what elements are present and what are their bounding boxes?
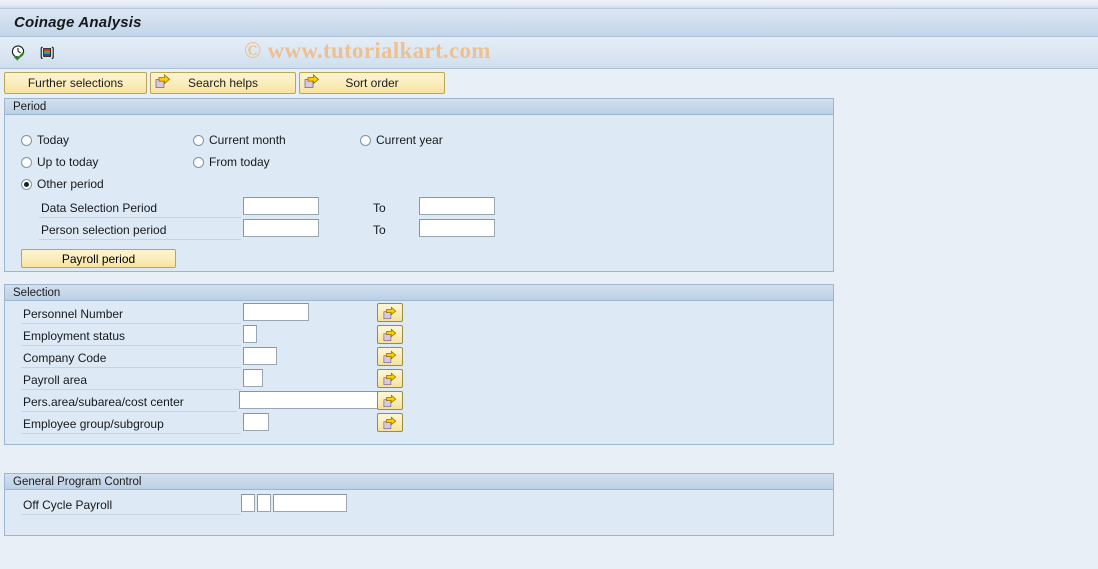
arrow-right-icon: [304, 74, 320, 93]
arrow-right-icon: [383, 328, 397, 341]
radio-current-month[interactable]: Current month: [193, 133, 286, 147]
title-bar: Coinage Analysis: [0, 9, 1098, 37]
company-code-rule: [21, 367, 241, 368]
payroll-period-button[interactable]: Payroll period: [21, 249, 176, 268]
arrow-right-icon: [383, 416, 397, 429]
person-selection-period-rule: [39, 239, 241, 240]
off-cycle-payroll-rule: [21, 514, 241, 515]
radio-current-year[interactable]: Current year: [360, 133, 443, 147]
personnel-number-multiple-selection-button[interactable]: [377, 303, 403, 322]
company-code-multiple-selection-button[interactable]: [377, 347, 403, 366]
employment-status-label: Employment status: [23, 329, 126, 343]
off-cycle-payroll-label: Off Cycle Payroll: [23, 498, 113, 512]
further-selections-button[interactable]: Further selections: [4, 72, 147, 94]
general-program-control-body: Off Cycle Payroll: [5, 490, 833, 535]
company-code-label: Company Code: [23, 351, 107, 365]
arrow-right-icon: [155, 74, 171, 93]
selection-panel-header: Selection: [5, 285, 833, 301]
off-cycle-payroll-input-1[interactable]: [241, 494, 255, 512]
window-top-strip: [0, 0, 1098, 9]
payroll-area-input[interactable]: [243, 369, 263, 387]
panel-gap-2: [0, 445, 1098, 473]
employment-status-multiple-selection-button[interactable]: [377, 325, 403, 344]
search-helps-label: Search helps: [187, 76, 259, 90]
off-cycle-payroll-input-3[interactable]: [273, 494, 347, 512]
radio-current-month-indicator[interactable]: [193, 134, 204, 146]
pers-area-subarea-cost-center-multiple-selection-button[interactable]: [377, 391, 403, 410]
variant-list-icon[interactable]: [36, 42, 58, 64]
execute-clock-check-icon[interactable]: [8, 42, 30, 64]
person-selection-period-to-input[interactable]: [419, 219, 495, 237]
action-button-row: Further selections Search helps Sort ord…: [4, 72, 1098, 94]
employee-group-subgroup-label: Employee group/subgroup: [23, 417, 164, 431]
off-cycle-payroll-input-2[interactable]: [257, 494, 271, 512]
general-program-control-panel: General Program Control Off Cycle Payrol…: [4, 473, 834, 536]
radio-up-to-today-label: Up to today: [37, 155, 99, 169]
search-helps-button[interactable]: Search helps: [150, 72, 296, 94]
radio-up-to-today[interactable]: Up to today: [21, 155, 98, 169]
personnel-number-label: Personnel Number: [23, 307, 124, 321]
pers-area-subarea-cost-center-rule: [21, 411, 237, 412]
data-selection-period-rule: [39, 217, 241, 218]
radio-up-to-today-indicator[interactable]: [21, 156, 32, 168]
person-selection-period-to-label: To: [373, 223, 386, 237]
payroll-area-multiple-selection-button[interactable]: [377, 369, 403, 388]
radio-today-indicator[interactable]: [21, 134, 32, 146]
arrow-right-icon: [383, 306, 397, 319]
radio-other-period-indicator[interactable]: [21, 178, 32, 190]
pers-area-subarea-cost-center-input[interactable]: [239, 391, 379, 409]
employee-group-subgroup-rule: [21, 433, 241, 434]
payroll-area-label: Payroll area: [23, 373, 88, 387]
radio-today[interactable]: Today: [21, 133, 69, 147]
arrow-right-icon: [383, 394, 397, 407]
toolbar: [0, 37, 1098, 69]
selection-panel: Selection Personnel Number Employment st…: [4, 284, 834, 445]
employee-group-subgroup-input[interactable]: [243, 413, 269, 431]
radio-from-today-indicator[interactable]: [193, 156, 204, 168]
radio-current-month-label: Current month: [209, 133, 286, 147]
person-selection-period-from-input[interactable]: [243, 219, 319, 237]
sort-order-label: Sort order: [345, 76, 399, 90]
radio-today-label: Today: [37, 133, 70, 147]
page-title: Coinage Analysis: [14, 14, 142, 31]
company-code-input[interactable]: [243, 347, 277, 365]
employment-status-rule: [21, 345, 241, 346]
employment-status-input[interactable]: [243, 325, 257, 343]
payroll-period-label: Payroll period: [61, 251, 136, 266]
selection-panel-body: Personnel Number Employment status Compa…: [5, 301, 833, 444]
panel-gap-1: [0, 272, 1098, 284]
arrow-right-icon: [383, 350, 397, 363]
period-panel: Period Today Current month Current year …: [4, 98, 834, 272]
radio-from-today-label: From today: [209, 155, 270, 169]
general-program-control-header: General Program Control: [5, 474, 833, 490]
arrow-right-icon: [383, 372, 397, 385]
personnel-number-input[interactable]: [243, 303, 309, 321]
sort-order-button[interactable]: Sort order: [299, 72, 445, 94]
data-selection-period-to-label: To: [373, 201, 386, 215]
personnel-number-rule: [21, 323, 241, 324]
radio-other-period[interactable]: Other period: [21, 177, 104, 191]
data-selection-period-from-input[interactable]: [243, 197, 319, 215]
further-selections-label: Further selections: [27, 76, 124, 90]
radio-other-period-label: Other period: [37, 177, 104, 191]
period-panel-header: Period: [5, 99, 833, 115]
data-selection-period-label: Data Selection Period: [41, 201, 158, 215]
data-selection-period-to-input[interactable]: [419, 197, 495, 215]
radio-current-year-label: Current year: [376, 133, 443, 147]
radio-from-today[interactable]: From today: [193, 155, 270, 169]
pers-area-subarea-cost-center-label: Pers.area/subarea/cost center: [23, 395, 184, 409]
radio-current-year-indicator[interactable]: [360, 134, 371, 146]
payroll-area-rule: [21, 389, 241, 390]
employee-group-subgroup-multiple-selection-button[interactable]: [377, 413, 403, 432]
person-selection-period-label: Person selection period: [41, 223, 167, 237]
period-panel-body: Today Current month Current year Up to t…: [5, 115, 833, 271]
